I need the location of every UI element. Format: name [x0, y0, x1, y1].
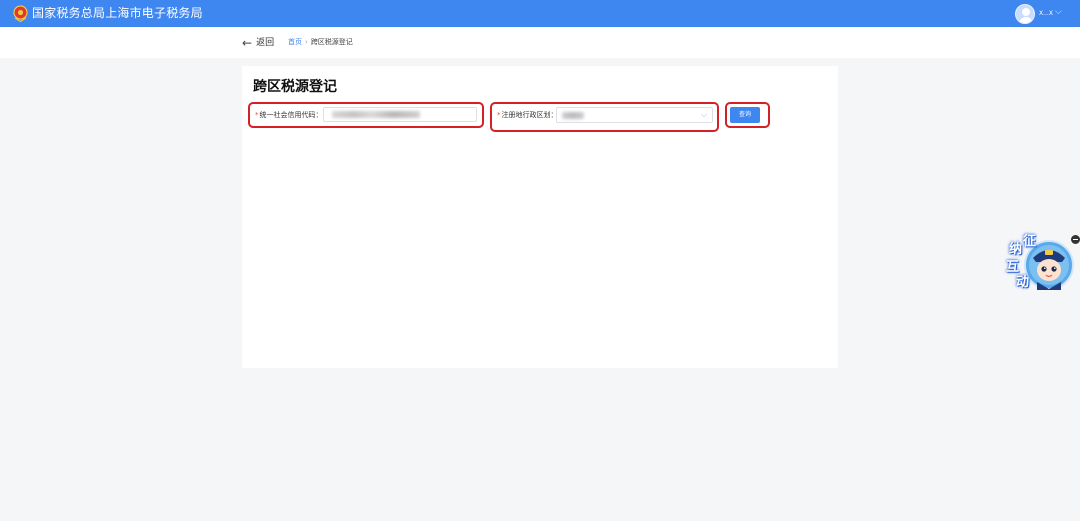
credit-code-label: *统一社会信用代码：	[255, 111, 323, 120]
breadcrumb-separator: ›	[305, 38, 308, 46]
chevron-down-icon: ⌵	[700, 110, 707, 119]
assistant-char-4: 动	[1016, 275, 1030, 290]
required-mark: *	[255, 111, 259, 119]
user-name[interactable]: X...X	[1039, 9, 1053, 18]
chevron-down-icon[interactable]: ⌵	[1055, 7, 1062, 17]
query-button[interactable]: 查询	[730, 107, 760, 123]
assistant-char-3: 互	[1006, 260, 1020, 275]
collapse-icon[interactable]	[1071, 235, 1080, 244]
redacted-region-value	[562, 112, 584, 119]
breadcrumb-current: 跨区税源登记	[310, 38, 353, 46]
breadcrumb: 首页 › 跨区税源登记	[288, 38, 353, 47]
redacted-credit-code	[332, 111, 420, 118]
back-label: 返回	[256, 38, 275, 48]
region-label: *注册地行政区划：	[497, 111, 558, 120]
required-mark: *	[497, 111, 501, 119]
top-header: 国家税务总局上海市电子税务局 X...X ⌵	[0, 0, 1080, 27]
assistant-char-2: 纳	[1009, 242, 1023, 257]
site-title: 国家税务总局上海市电子税务局	[32, 6, 203, 20]
tax-assistant-widget[interactable]: 征 纳 互 动	[1004, 234, 1080, 296]
region-select[interactable]: ⌵	[556, 107, 713, 123]
avatar-torso-shape	[1019, 17, 1033, 23]
arrow-left-icon: ←	[242, 36, 253, 50]
credit-code-input[interactable]	[323, 107, 477, 122]
avatar-head-shape	[1022, 8, 1030, 16]
user-avatar[interactable]	[1015, 4, 1035, 24]
tax-emblem-icon	[13, 5, 28, 22]
region-label-text: 注册地行政区划：	[501, 111, 558, 119]
sub-navigation-bar	[0, 27, 1080, 58]
page-title: 跨区税源登记	[253, 79, 337, 95]
assistant-char-1: 征	[1023, 234, 1037, 249]
credit-code-label-text: 统一社会信用代码：	[259, 111, 323, 119]
back-button[interactable]: ← 返回	[242, 36, 274, 50]
breadcrumb-home-link[interactable]: 首页	[288, 38, 302, 47]
